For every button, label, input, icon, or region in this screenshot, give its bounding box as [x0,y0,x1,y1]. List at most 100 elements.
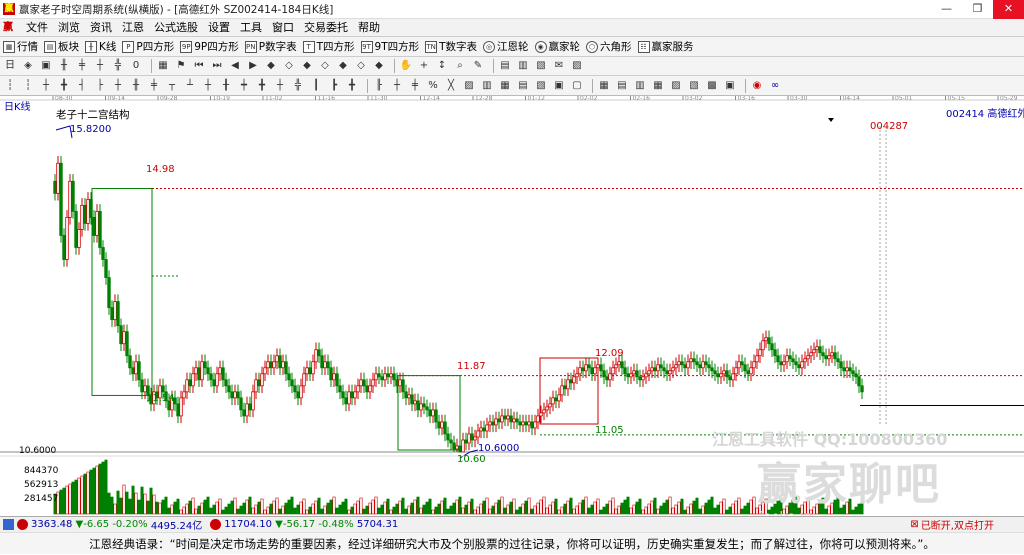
menu-help[interactable]: 帮助 [353,19,385,37]
menu-browse[interactable]: 浏览 [53,19,85,37]
hand-icon[interactable]: ✋ [399,59,413,73]
tool-10-icon[interactable]: ┬ [165,79,179,93]
infinity-icon[interactable]: ∞ [768,79,782,93]
toolbar-hexagon-button[interactable]: ⬡ 六角形 [586,39,632,54]
diamond6-icon[interactable]: ◇ [354,59,368,73]
tool-34-icon[interactable]: ▤ [615,79,629,93]
tool-29-icon[interactable]: ▤ [516,79,530,93]
toolbar-quote-button[interactable]: ▦ 行情 [3,39,38,54]
tool-4-icon[interactable]: ╋ [57,79,71,93]
close-button[interactable]: ✕ [993,0,1024,19]
last-icon[interactable]: ⏭ [210,59,224,73]
tool-40-icon[interactable]: ▣ [723,79,737,93]
tool-3-icon[interactable]: ┼ [39,79,53,93]
tool-16-icon[interactable]: ┼ [273,79,287,93]
arrow-icon[interactable]: ↕ [435,59,449,73]
calc-icon[interactable]: ▤ [498,59,512,73]
minimize-button[interactable]: — [931,0,962,19]
tool-19-icon[interactable]: ┣ [327,79,341,93]
toolbar-p-square-button[interactable]: P P四方形 [122,39,174,54]
tool-30-icon[interactable]: ▧ [534,79,548,93]
tool-14-icon[interactable]: ┿ [237,79,251,93]
tool-28-icon[interactable]: ▦ [498,79,512,93]
candle2-icon[interactable]: ╪ [75,59,89,73]
sh-index[interactable]: 3363.48 ▼-6.65 -0.20% 4495.24亿 [3,517,202,532]
toolbar-pn-button[interactable]: PN P数字表 [244,39,297,54]
period-icon[interactable]: 日 [3,59,17,73]
menu-window[interactable]: 窗口 [267,19,299,37]
diamond-icon[interactable]: ◆ [264,59,278,73]
tool-5-icon[interactable]: ┤ [75,79,89,93]
menu-tools[interactable]: 工具 [235,19,267,37]
diamond2-icon[interactable]: ◇ [282,59,296,73]
tool-6-icon[interactable]: ├ [93,79,107,93]
tool-11-icon[interactable]: ┴ [183,79,197,93]
tool-23-icon[interactable]: ╪ [408,79,422,93]
menu-gann[interactable]: 江恩 [117,19,149,37]
tool-22-icon[interactable]: ┼ [390,79,404,93]
app-icon[interactable]: 赢 [3,3,15,15]
tool-2-icon[interactable]: ┆ [21,79,35,93]
grid-icon[interactable]: ▦ [156,59,170,73]
percent-icon[interactable]: % [426,79,440,93]
dropdown-icon[interactable] [828,118,834,122]
tool-36-icon[interactable]: ▦ [651,79,665,93]
toolbar-kline-button[interactable]: ╫ K线 [85,39,116,54]
zero-icon[interactable]: 0 [129,59,143,73]
tool-13-icon[interactable]: ╂ [219,79,233,93]
tool-25-icon[interactable]: ╳ [444,79,458,93]
tool-38-icon[interactable]: ▧ [687,79,701,93]
menu-logo-icon[interactable]: 赢 [3,21,17,35]
tool-35-icon[interactable]: ▥ [633,79,647,93]
tool-27-icon[interactable]: ▥ [480,79,494,93]
bar2-icon[interactable]: ╬ [111,59,125,73]
cross-icon[interactable]: + [417,59,431,73]
toolbar-winner-wheel-button[interactable]: ◉ 赢家轮 [534,39,580,54]
car-icon[interactable]: ▨ [570,59,584,73]
tool-9-icon[interactable]: ╪ [147,79,161,93]
tool-7-icon[interactable]: ┼ [111,79,125,93]
toolbar-gann-wheel-button[interactable]: ◎ 江恩轮 [483,39,529,54]
tool-21-icon[interactable]: ╟ [372,79,386,93]
tool-31-icon[interactable]: ▣ [552,79,566,93]
candle-icon[interactable]: ╫ [57,59,71,73]
toolbar-t-square-button[interactable]: T T四方形 [302,39,355,54]
print-icon[interactable]: ▧ [534,59,548,73]
first-icon[interactable]: ⏮ [192,59,206,73]
menu-trade[interactable]: 交易委托 [299,19,353,37]
indicator-icon[interactable]: ◈ [21,59,35,73]
toolbar-sector-button[interactable]: ▤ 板块 [44,39,79,54]
flag-icon[interactable]: ⚑ [174,59,188,73]
toolbar-9p-square-button[interactable]: 9P 9P四方形 [180,39,239,54]
tool-8-icon[interactable]: ╫ [129,79,143,93]
tool-15-icon[interactable]: ╋ [255,79,269,93]
tool-39-icon[interactable]: ▩ [705,79,719,93]
tool-20-icon[interactable]: ╋ [345,79,359,93]
diamond3-icon[interactable]: ◆ [300,59,314,73]
diamond7-icon[interactable]: ◆ [372,59,386,73]
toolbar-service-button[interactable]: ☷ 赢家服务 [637,39,694,54]
tool-18-icon[interactable]: ┃ [309,79,323,93]
menu-file[interactable]: 文件 [21,19,53,37]
tool-12-icon[interactable]: ┼ [201,79,215,93]
zoom-icon[interactable]: ⌕ [453,59,467,73]
tool-32-icon[interactable]: ▢ [570,79,584,93]
diamond4-icon[interactable]: ◇ [318,59,332,73]
prev-icon[interactable]: ◀ [228,59,242,73]
mail-icon[interactable]: ✉ [552,59,566,73]
toolbar-tn-button[interactable]: TN T数字表 [425,39,477,54]
tool-37-icon[interactable]: ▨ [669,79,683,93]
save-icon[interactable]: ▥ [516,59,530,73]
tool-1-icon[interactable]: ┆ [3,79,17,93]
menu-formula[interactable]: 公式选股 [149,19,203,37]
tool-26-icon[interactable]: ▨ [462,79,476,93]
restore-button[interactable]: ❐ [962,0,993,19]
overlay-icon[interactable]: ▣ [39,59,53,73]
tool-33-icon[interactable]: ▦ [597,79,611,93]
next-icon[interactable]: ▶ [246,59,260,73]
tool-17-icon[interactable]: ╬ [291,79,305,93]
toolbar-9t-square-button[interactable]: 9T 9T四方形 [360,39,419,54]
menu-settings[interactable]: 设置 [203,19,235,37]
diamond5-icon[interactable]: ◆ [336,59,350,73]
menu-info[interactable]: 资讯 [85,19,117,37]
